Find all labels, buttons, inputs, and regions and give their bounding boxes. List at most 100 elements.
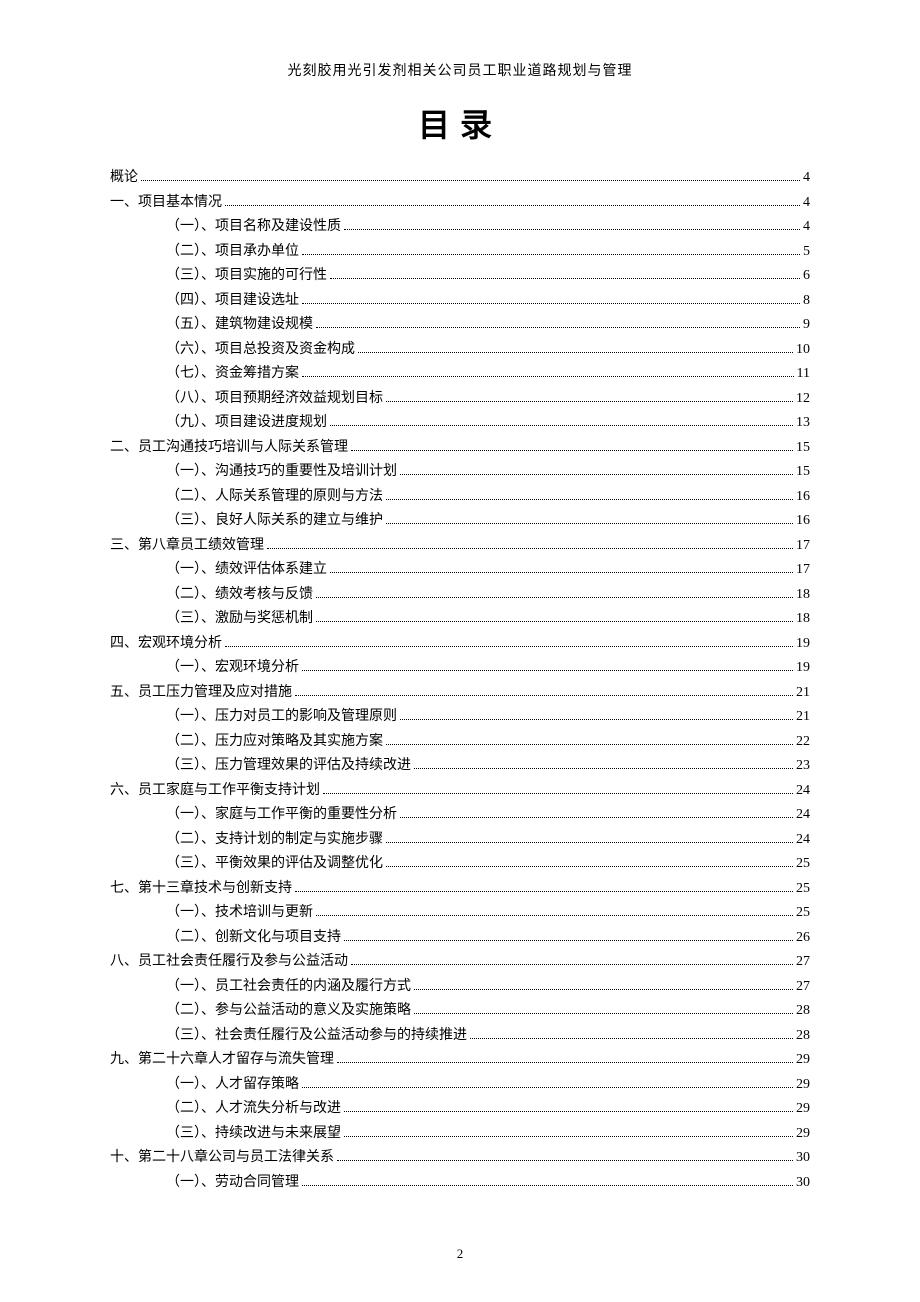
toc-entry-label: 七、第十三章技术与创新支持 — [110, 877, 292, 902]
toc-leader-dots — [141, 170, 800, 181]
toc-entry-page: 25 — [796, 877, 810, 902]
toc-entry-page: 29 — [796, 1122, 810, 1147]
toc-entry[interactable]: （八）、项目预期经济效益规划目标12 — [110, 387, 810, 412]
toc-entry-label: （二）、绩效考核与反馈 — [166, 583, 313, 608]
toc-entry[interactable]: （二）、创新文化与项目支持26 — [110, 926, 810, 951]
toc-entry-label: （六）、项目总投资及资金构成 — [166, 338, 355, 363]
toc-entry[interactable]: （二）、人才流失分析与改进 29 — [110, 1097, 810, 1122]
toc-entry[interactable]: （六）、项目总投资及资金构成 10 — [110, 338, 810, 363]
toc-entry-page: 28 — [796, 999, 810, 1024]
toc-entry-page: 26 — [796, 926, 810, 951]
toc-leader-dots — [344, 1126, 793, 1137]
toc-entry-page: 19 — [796, 656, 810, 681]
toc-entry[interactable]: （一）、家庭与工作平衡的重要性分析24 — [110, 803, 810, 828]
toc-entry-page: 29 — [796, 1097, 810, 1122]
toc-entry-label: 十、第二十八章公司与员工法律关系 — [110, 1146, 334, 1171]
toc-entry-label: （一）、人才留存策略 — [166, 1073, 299, 1098]
toc-entry[interactable]: 六、员工家庭与工作平衡支持计划24 — [110, 779, 810, 804]
toc-entry-label: （三）、压力管理效果的评估及持续改进 — [166, 754, 411, 779]
toc-leader-dots — [316, 611, 793, 622]
toc-entry[interactable]: （二）、绩效考核与反馈18 — [110, 583, 810, 608]
toc-entry[interactable]: （一）、宏观环境分析19 — [110, 656, 810, 681]
toc-leader-dots — [302, 366, 794, 377]
toc-entry[interactable]: （三）、平衡效果的评估及调整优化 25 — [110, 852, 810, 877]
toc-entry[interactable]: 五、员工压力管理及应对措施21 — [110, 681, 810, 706]
toc-entry[interactable]: （二）、项目承办单位5 — [110, 240, 810, 265]
toc-entry[interactable]: （三）、压力管理效果的评估及持续改进23 — [110, 754, 810, 779]
toc-entry-page: 22 — [796, 730, 810, 755]
toc-entry[interactable]: 四、宏观环境分析19 — [110, 632, 810, 657]
toc-entry[interactable]: 三、第八章员工绩效管理17 — [110, 534, 810, 559]
toc-entry[interactable]: （三）、良好人际关系的建立与维护16 — [110, 509, 810, 534]
toc-entry[interactable]: （三）、社会责任履行及公益活动参与的持续推进28 — [110, 1024, 810, 1049]
toc-leader-dots — [400, 807, 793, 818]
toc-entry[interactable]: （四）、项目建设选址8 — [110, 289, 810, 314]
toc-leader-dots — [386, 489, 793, 500]
toc-leader-dots — [337, 1150, 793, 1161]
toc-leader-dots — [386, 391, 793, 402]
toc-entry[interactable]: （三）、项目实施的可行性6 — [110, 264, 810, 289]
toc-entry-label: （二）、人才流失分析与改进 — [166, 1097, 341, 1122]
toc-entry-label: （一）、压力对员工的影响及管理原则 — [166, 705, 397, 730]
toc-leader-dots — [344, 1101, 793, 1112]
toc-entry-label: （一）、家庭与工作平衡的重要性分析 — [166, 803, 397, 828]
toc-leader-dots — [295, 881, 793, 892]
toc-leader-dots — [386, 513, 793, 524]
toc-entry[interactable]: （二）、人际关系管理的原则与方法16 — [110, 485, 810, 510]
toc-entry-label: （二）、项目承办单位 — [166, 240, 299, 265]
toc-entry[interactable]: （七）、资金筹措方案11 — [110, 362, 810, 387]
toc-entry[interactable]: （一）、绩效评估体系建立17 — [110, 558, 810, 583]
toc-entry-page: 29 — [796, 1048, 810, 1073]
toc-entry-page: 8 — [803, 289, 810, 314]
toc-entry-label: （七）、资金筹措方案 — [166, 362, 299, 387]
toc-entry-page: 21 — [796, 681, 810, 706]
toc-entry[interactable]: 七、第十三章技术与创新支持 25 — [110, 877, 810, 902]
toc-entry-label: （一）、技术培训与更新 — [166, 901, 313, 926]
toc-entry-page: 18 — [796, 607, 810, 632]
toc-entry[interactable]: （三）、激励与奖惩机制18 — [110, 607, 810, 632]
toc-entry-label: 四、宏观环境分析 — [110, 632, 222, 657]
toc-entry-page: 25 — [796, 852, 810, 877]
toc-entry-page: 24 — [796, 828, 810, 853]
toc-entry[interactable]: 十、第二十八章公司与员工法律关系30 — [110, 1146, 810, 1171]
toc-entry[interactable]: （一）、技术培训与更新25 — [110, 901, 810, 926]
toc-entry[interactable]: 八、员工社会责任履行及参与公益活动27 — [110, 950, 810, 975]
toc-entry[interactable]: 九、第二十六章人才留存与流失管理 29 — [110, 1048, 810, 1073]
toc-entry[interactable]: （一）、项目名称及建设性质4 — [110, 215, 810, 240]
toc-entry[interactable]: （一）、劳动合同管理30 — [110, 1171, 810, 1196]
toc-leader-dots — [470, 1028, 793, 1039]
toc-entry-label: （三）、良好人际关系的建立与维护 — [166, 509, 383, 534]
toc-entry-page: 12 — [796, 387, 810, 412]
toc-entry[interactable]: （一）、沟通技巧的重要性及培训计划15 — [110, 460, 810, 485]
toc-leader-dots — [337, 1052, 793, 1063]
toc-entry[interactable]: （一）、员工社会责任的内涵及履行方式27 — [110, 975, 810, 1000]
toc-leader-dots — [225, 195, 800, 206]
toc-entry-page: 16 — [796, 485, 810, 510]
toc-leader-dots — [330, 415, 793, 426]
toc-entry-label: 九、第二十六章人才留存与流失管理 — [110, 1048, 334, 1073]
toc-entry[interactable]: （二）、支持计划的制定与实施步骤 24 — [110, 828, 810, 853]
toc-entry-label: （二）、参与公益活动的意义及实施策略 — [166, 999, 411, 1024]
toc-entry-page: 24 — [796, 779, 810, 804]
toc-entry-label: （三）、平衡效果的评估及调整优化 — [166, 852, 383, 877]
toc-entry[interactable]: （一）、人才留存策略29 — [110, 1073, 810, 1098]
toc-entry[interactable]: （九）、项目建设进度规划 13 — [110, 411, 810, 436]
toc-entry[interactable]: （二）、压力应对策略及其实施方案22 — [110, 730, 810, 755]
toc-entry-page: 10 — [796, 338, 810, 363]
toc-entry[interactable]: （一）、压力对员工的影响及管理原则21 — [110, 705, 810, 730]
toc-entry-page: 30 — [796, 1171, 810, 1196]
toc-entry[interactable]: 一、项目基本情况4 — [110, 191, 810, 216]
toc-entry[interactable]: （二）、参与公益活动的意义及实施策略 28 — [110, 999, 810, 1024]
toc-entry-label: （三）、项目实施的可行性 — [166, 264, 327, 289]
toc-entry-label: （二）、支持计划的制定与实施步骤 — [166, 828, 383, 853]
toc-entry[interactable]: 概论4 — [110, 166, 810, 191]
toc-entry-page: 28 — [796, 1024, 810, 1049]
toc-entry-page: 27 — [796, 950, 810, 975]
table-of-contents: 概论4一、项目基本情况4（一）、项目名称及建设性质4（二）、项目承办单位5（三）… — [110, 166, 810, 1195]
toc-entry[interactable]: 二、员工沟通技巧培训与人际关系管理15 — [110, 436, 810, 461]
toc-leader-dots — [386, 856, 793, 867]
toc-entry[interactable]: （三）、持续改进与未来展望29 — [110, 1122, 810, 1147]
toc-entry[interactable]: （五）、建筑物建设规模9 — [110, 313, 810, 338]
toc-entry-page: 13 — [796, 411, 810, 436]
toc-entry-label: （九）、项目建设进度规划 — [166, 411, 327, 436]
